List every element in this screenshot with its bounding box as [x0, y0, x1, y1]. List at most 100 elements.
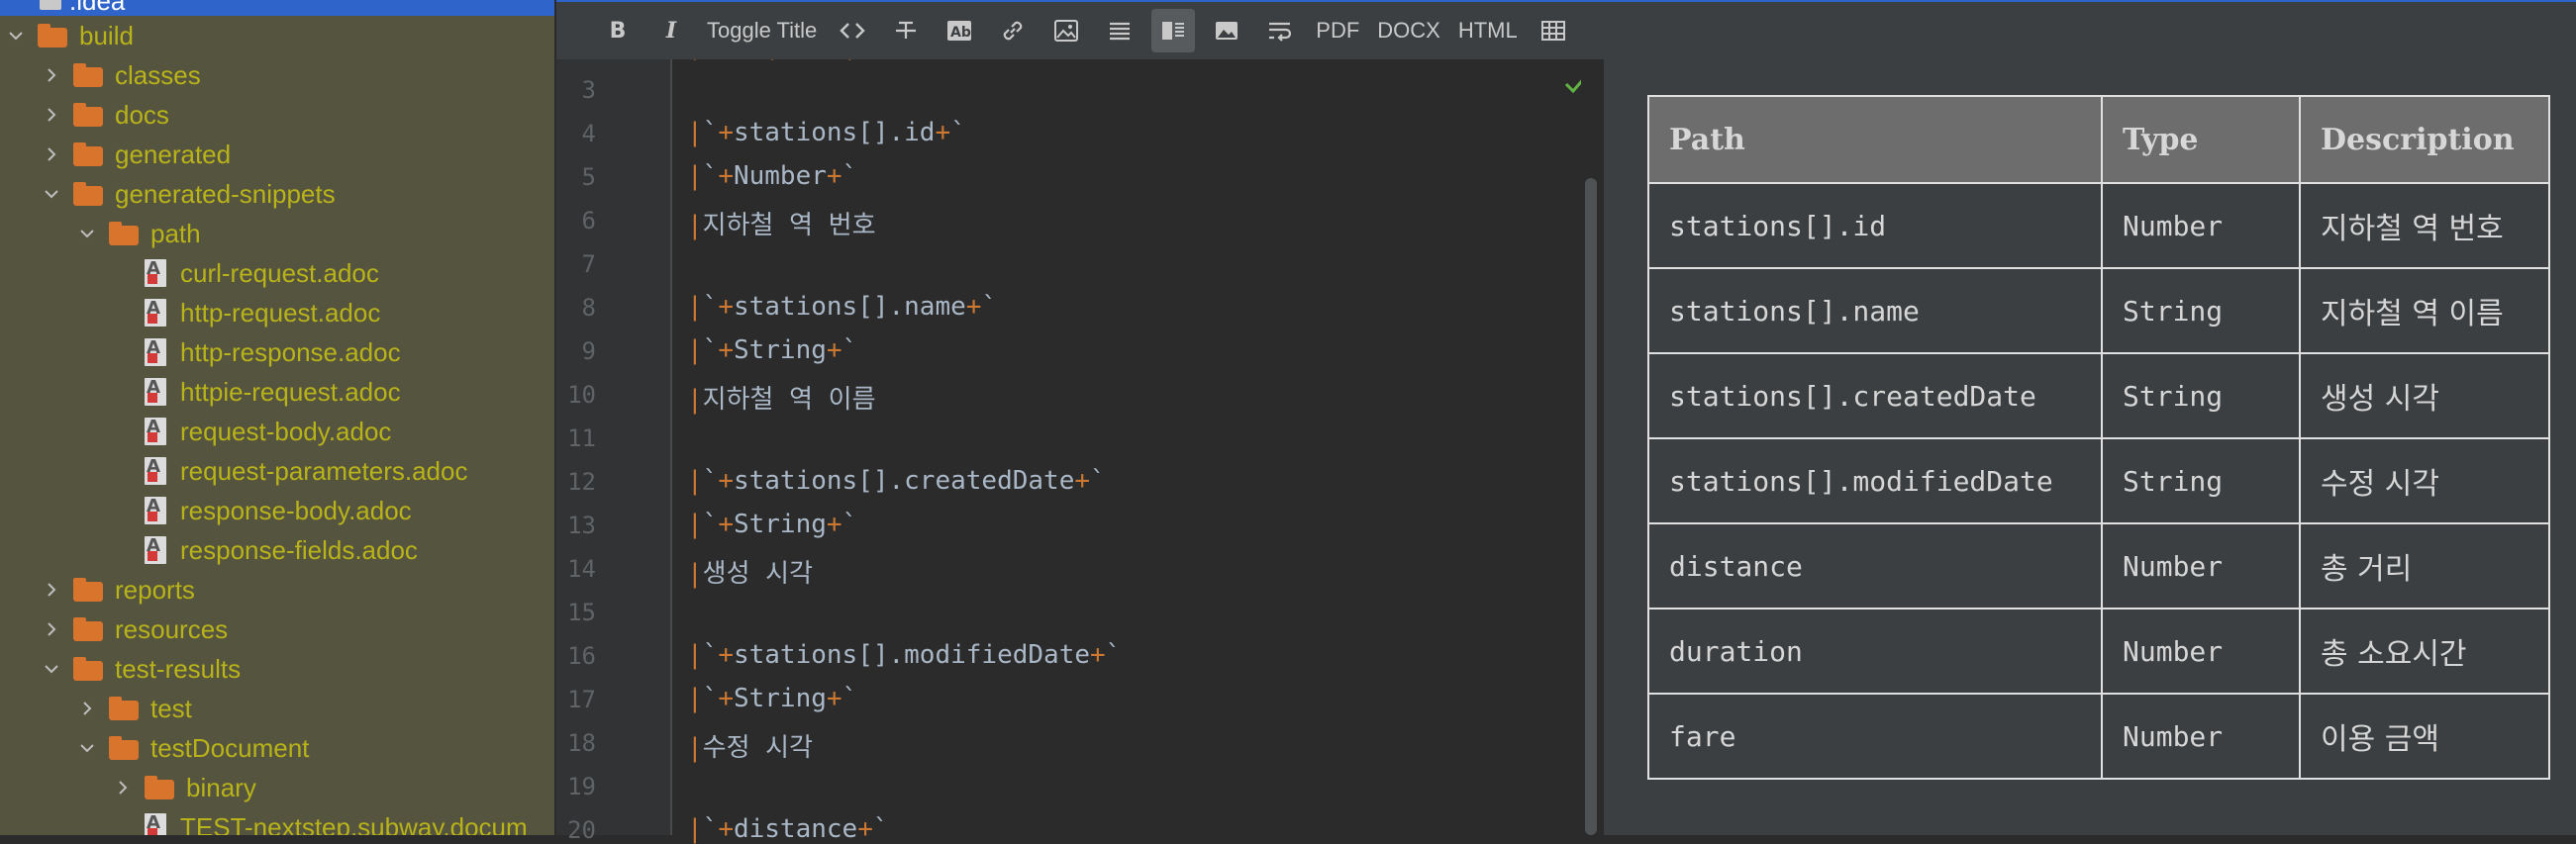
chevron-right-icon[interactable] [40, 617, 63, 641]
tree-item-response-body[interactable]: Aresponse-body.adoc [111, 491, 412, 530]
italic-button[interactable]: I [649, 9, 693, 52]
code-line[interactable]: |`+String+` [687, 684, 857, 713]
code-line[interactable]: |`+Number+` [687, 161, 857, 191]
preview-image-button[interactable] [1205, 9, 1248, 52]
tree-item-test-results[interactable]: test-results [40, 649, 241, 689]
table-row: stations[].createdDate String 생성 시각 [1647, 352, 2550, 439]
tree-item-docs[interactable]: docs [40, 95, 169, 135]
bold-button[interactable]: B [596, 9, 640, 52]
toggle-title-button[interactable]: Toggle Title [703, 9, 821, 52]
chevron-right-icon[interactable] [111, 776, 135, 799]
code-token: 수정 시각 [702, 733, 813, 763]
cell-type: String [2101, 267, 2301, 354]
strikethrough-icon [896, 21, 917, 39]
chevron-right-icon[interactable] [75, 697, 99, 720]
tree-item-http-request[interactable]: Ahttp-request.adoc [111, 293, 380, 332]
chevron-down-icon[interactable] [75, 736, 99, 760]
cell-path: stations[].modifiedDate [1647, 437, 2103, 524]
code-line[interactable]: |`+stations[].modifiedDate+` [687, 640, 1121, 670]
code-line[interactable]: |`+stations[].id+` [687, 118, 966, 147]
code-line[interactable]: |`+String+` [687, 335, 857, 365]
tree-selected-row[interactable]: .idea [0, 0, 554, 16]
asciidoc-file-icon: A [145, 456, 166, 485]
code-punctuation: | [687, 466, 703, 496]
code-line[interactable]: |`+stations[].name+` [687, 292, 997, 322]
image-button[interactable] [1044, 9, 1088, 52]
chevron-right-icon[interactable] [40, 142, 63, 166]
cell-path: stations[].name [1647, 267, 2103, 354]
tree-item-reports[interactable]: reports [40, 570, 195, 610]
cell-path: duration [1647, 608, 2103, 695]
export-pdf-button[interactable]: PDF [1312, 9, 1363, 52]
line-number: 16 [567, 642, 596, 670]
line-number: 14 [567, 555, 596, 583]
cell-path: fare [1647, 693, 2103, 780]
tree-item-testDocument[interactable]: testDocument [75, 728, 309, 768]
code-token: distance [733, 814, 858, 844]
code-punctuation: + [935, 118, 951, 147]
tree-item-binary[interactable]: binary [111, 768, 256, 807]
code-token: 지하철 역 이름 [702, 385, 876, 415]
tree-item-httpie-request[interactable]: Ahttpie-request.adoc [111, 372, 401, 412]
code-line[interactable]: |`+distance+` [687, 814, 889, 844]
tree-item-resources[interactable]: resources [40, 610, 228, 649]
code-token: ` [702, 466, 719, 496]
split-view-button[interactable] [1151, 9, 1196, 52]
folder-icon [109, 222, 139, 245]
tree-item-http-response[interactable]: Ahttp-response.adoc [111, 332, 401, 372]
tree-item-generated[interactable]: generated [40, 135, 231, 174]
code-line[interactable]: |지하철 역 번호 [687, 205, 875, 241]
folder-icon [109, 736, 139, 760]
folder-icon [73, 103, 103, 127]
tree-item-response-fields[interactable]: Aresponse-fields.adoc [111, 530, 418, 570]
tree-item-test[interactable]: test [75, 689, 192, 728]
highlight-button[interactable]: Ab [938, 9, 981, 52]
tree-item-test-report[interactable]: A TEST-nextstep.subway.docum [111, 807, 528, 835]
cell-path: distance [1647, 522, 2103, 610]
list-button[interactable] [1098, 9, 1141, 52]
chevron-right-icon[interactable] [40, 63, 63, 87]
code-line[interactable]: |생성 시각 [687, 553, 813, 590]
code-button[interactable] [831, 9, 874, 52]
code-line[interactable]: |지하철 역 이름 [687, 379, 875, 416]
table-button[interactable] [1532, 9, 1575, 52]
split-view-icon [1162, 22, 1185, 40]
cell-description: 지하철 역 이름 [2299, 267, 2550, 354]
link-button[interactable] [991, 9, 1035, 52]
chevron-down-icon[interactable] [40, 657, 63, 681]
code-token: stations[].name [733, 292, 966, 322]
chevron-right-icon[interactable] [40, 578, 63, 602]
chevron-down-icon[interactable] [40, 182, 63, 206]
code-token: ` [842, 510, 858, 539]
code-token: ` [702, 640, 719, 670]
code-punctuation: + [826, 161, 842, 191]
scrollbar-thumb[interactable] [1585, 178, 1597, 835]
code-line[interactable]: |수정 시각 [687, 727, 813, 764]
tree-item-curl-request[interactable]: Acurl-request.adoc [111, 253, 379, 293]
tree-item-request-parameters[interactable]: Arequest-parameters.adoc [111, 451, 467, 491]
code-punctuation: + [718, 161, 734, 191]
chevron-down-icon[interactable] [75, 222, 99, 245]
tree-item-path[interactable]: path [75, 214, 201, 253]
table-row: duration Number 총 소요시간 [1647, 608, 2550, 695]
tree-item-label: curl-request.adoc [180, 257, 379, 288]
strikethrough-button[interactable] [884, 9, 928, 52]
code-line[interactable]: |`+String+` [687, 510, 857, 539]
tree-item-label: reports [115, 574, 195, 605]
tree-item-request-body[interactable]: Arequest-body.adoc [111, 412, 391, 451]
folder-icon [73, 63, 103, 87]
wrap-button[interactable] [1258, 9, 1302, 52]
asciidoc-file-icon: A [145, 377, 166, 406]
line-number: 18 [567, 729, 596, 757]
code-line[interactable]: |`+stations[].createdDate+` [687, 466, 1106, 496]
chevron-right-icon[interactable] [40, 103, 63, 127]
tree-item-classes[interactable]: classes [40, 55, 201, 95]
export-docx-button[interactable]: DOCX [1373, 9, 1444, 52]
tree-item-build[interactable]: build [4, 16, 134, 55]
tree-item-generated-snippets[interactable]: generated-snippets [40, 174, 336, 214]
chevron-down-icon[interactable] [4, 24, 28, 47]
tree-item-label: test [150, 693, 192, 723]
project-tree[interactable]: .idea build classes docs generated generated… [0, 0, 554, 835]
asciidoc-toolbar: B I Toggle Title Ab PDF DOCX HTML [556, 0, 2576, 59]
export-html-button[interactable]: HTML [1454, 9, 1522, 52]
